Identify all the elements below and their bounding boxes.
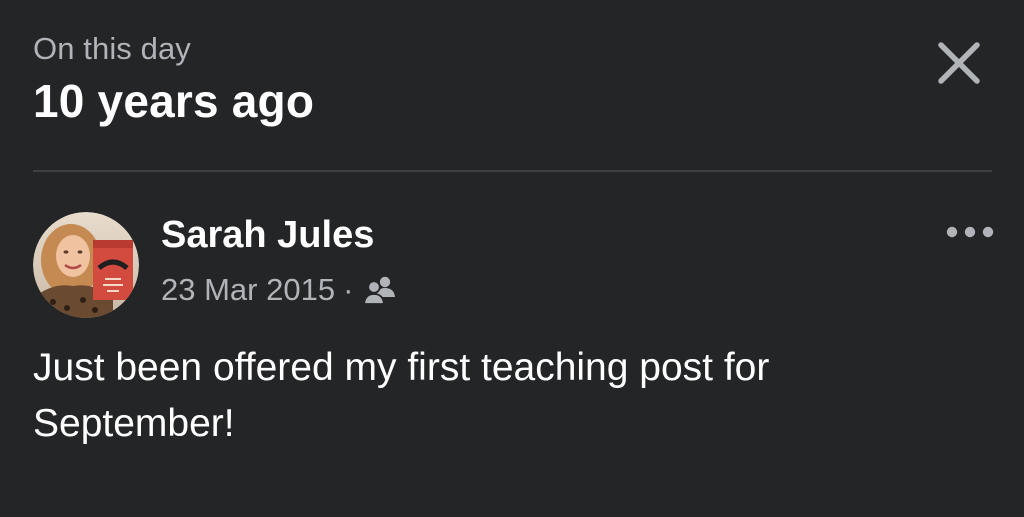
memory-title: 10 years ago [33, 75, 315, 127]
more-options-button[interactable] [942, 216, 998, 248]
memory-kicker: On this day [33, 31, 191, 66]
post-meta: 23 Mar 2015 · [161, 270, 397, 310]
meta-separator: · [343, 272, 354, 307]
close-button[interactable] [928, 32, 990, 94]
post-author-name[interactable]: Sarah Jules [161, 212, 374, 258]
friends-icon[interactable] [363, 275, 397, 305]
avatar[interactable] [33, 212, 139, 318]
post-date[interactable]: 23 Mar 2015 [161, 272, 335, 308]
close-icon[interactable] [935, 39, 983, 87]
more-options-icon[interactable] [944, 225, 996, 239]
header-divider [33, 170, 992, 172]
post-text: Just been offered my first teaching post… [33, 346, 770, 445]
avatar-photo [33, 212, 139, 318]
